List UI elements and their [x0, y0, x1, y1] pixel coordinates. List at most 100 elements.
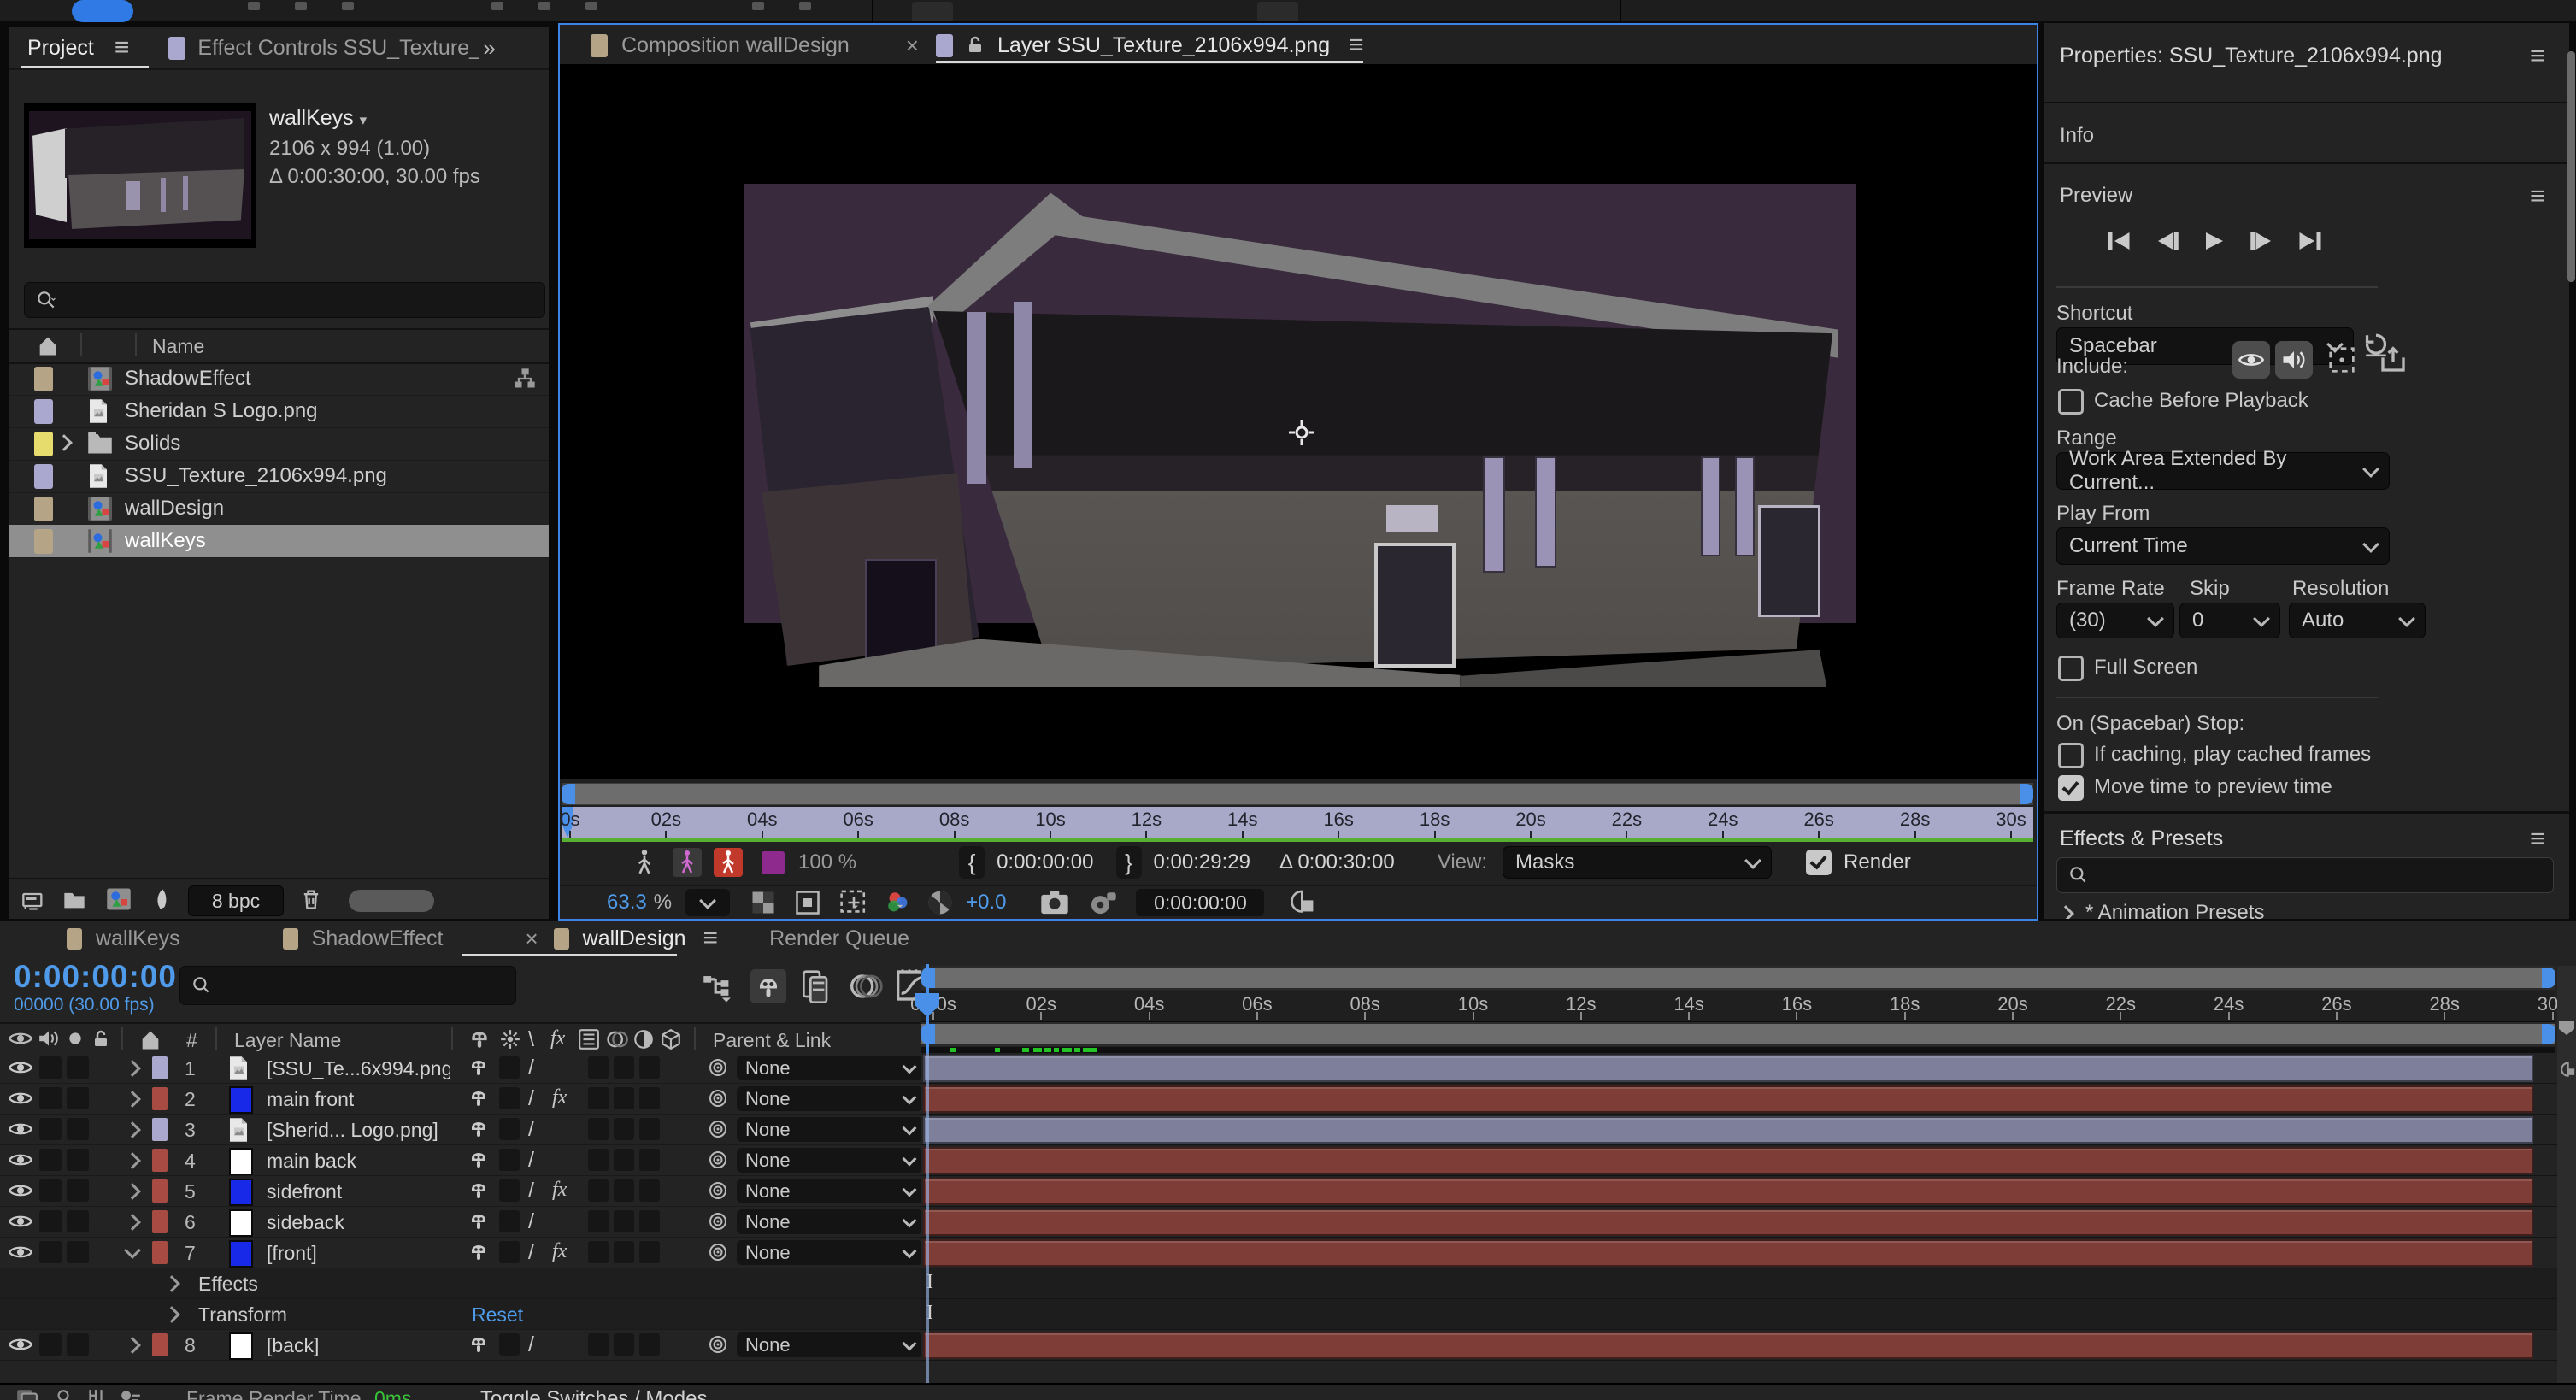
label-color-swatch[interactable]: [34, 529, 53, 554]
switch-well[interactable]: [67, 1118, 89, 1140]
close-icon[interactable]: ×: [906, 32, 919, 59]
shy-icon[interactable]: [468, 1242, 489, 1262]
audio-icon[interactable]: [38, 1028, 60, 1053]
playhead-line[interactable]: [926, 964, 929, 1400]
exposure-value[interactable]: +0.0: [966, 891, 1006, 915]
switch-well[interactable]: [588, 1210, 609, 1232]
title-action-safe-icon[interactable]: [839, 889, 868, 916]
expander-chevron-icon[interactable]: [126, 1124, 138, 1140]
layer-name[interactable]: [Sherid... Logo.png]: [267, 1119, 438, 1142]
layer-track-row[interactable]: [921, 1084, 2557, 1115]
window-scrollbar-thumb[interactable]: [2567, 51, 2575, 282]
switch-well[interactable]: [67, 1241, 89, 1263]
layer-track-row[interactable]: [921, 1176, 2557, 1207]
label-color-swatch[interactable]: [34, 367, 53, 391]
zoom-value[interactable]: 63.3: [607, 891, 647, 915]
switch-well[interactable]: [67, 1333, 89, 1356]
solo-icon[interactable]: [68, 1032, 82, 1050]
layer-track-row[interactable]: [921, 1145, 2557, 1176]
layer-row[interactable]: 3[Sherid... Logo.png]/None: [0, 1115, 921, 1145]
include-overlays-button[interactable]: [2323, 341, 2361, 379]
fx-badge[interactable]: fx: [552, 1240, 567, 1263]
viewer-scrollbar[interactable]: [562, 783, 2033, 805]
previous-frame-button[interactable]: [2152, 226, 2181, 256]
range-dropdown[interactable]: Work Area Extended By Current...: [2056, 452, 2390, 490]
out-point-button[interactable]: }: [1116, 846, 1142, 879]
resolution-dropdown[interactable]: Auto: [2289, 603, 2426, 638]
quality-switch[interactable]: /: [528, 1086, 534, 1111]
am-fm-icon[interactable]: [120, 1388, 142, 1400]
lock-icon[interactable]: [91, 1028, 111, 1055]
property-group-label[interactable]: Effects: [198, 1273, 258, 1296]
shy-icon[interactable]: [468, 1028, 491, 1055]
switch-well[interactable]: [639, 1118, 660, 1140]
layer-row[interactable]: 6sideback/None: [0, 1207, 921, 1238]
parent-pickwhip-icon[interactable]: [708, 1057, 728, 1078]
include-video-button[interactable]: [2232, 341, 2270, 379]
timeline-ruler[interactable]: 0:00s02s04s06s08s10s12s14s16s18s20s22s24…: [921, 991, 2555, 1022]
project-item[interactable]: ShadowEffect: [9, 362, 549, 396]
switch-well[interactable]: [614, 1056, 634, 1079]
layer-duration-bar[interactable]: [923, 1116, 2533, 1144]
layer-name[interactable]: main front: [267, 1088, 354, 1111]
switch-well[interactable]: [67, 1179, 89, 1202]
trash-icon[interactable]: [299, 886, 323, 912]
switch-well[interactable]: [67, 1056, 89, 1079]
layer-row[interactable]: 1[SSU_Te...6x994.png]/None: [0, 1053, 921, 1084]
work-area-bar[interactable]: [921, 1022, 2555, 1046]
tab-overflow-icon[interactable]: »: [483, 35, 495, 62]
shy-icon[interactable]: [468, 1180, 489, 1201]
layer-name[interactable]: [front]: [267, 1242, 317, 1265]
eye-icon[interactable]: [9, 1058, 32, 1077]
layer-row[interactable]: 5sidefront/fxNone: [0, 1176, 921, 1207]
switch-well[interactable]: [614, 1149, 634, 1171]
frame-blend-icon[interactable]: [800, 969, 832, 1003]
switch-well[interactable]: [639, 1087, 660, 1109]
expander-chevron-icon[interactable]: [126, 1339, 138, 1356]
play-button[interactable]: [2200, 226, 2229, 256]
lock-icon[interactable]: [965, 34, 985, 56]
switch-well[interactable]: [499, 1241, 520, 1263]
shy-icon[interactable]: [468, 1057, 489, 1078]
project-item-name[interactable]: SSU_Texture_2106x994.png: [125, 464, 387, 488]
layer-name[interactable]: [back]: [267, 1334, 319, 1357]
expander-chevron-icon[interactable]: [126, 1185, 138, 1202]
label-color-swatch[interactable]: [152, 1087, 168, 1110]
switch-well[interactable]: [614, 1179, 634, 1202]
tab-shadoweffect[interactable]: ShadowEffect: [312, 926, 444, 951]
switch-well[interactable]: [588, 1056, 609, 1079]
toggle-switches-modes-button[interactable]: Toggle Switches / Modes: [480, 1387, 707, 1400]
render-checkbox[interactable]: [1806, 850, 1832, 875]
interpret-footage-icon[interactable]: [21, 888, 46, 912]
switch-well[interactable]: [588, 1149, 609, 1171]
layer-duration-bar[interactable]: [923, 1085, 2533, 1113]
layer-duration-bar[interactable]: [923, 1147, 2533, 1174]
eye-icon[interactable]: [9, 1212, 32, 1231]
switch-well[interactable]: [639, 1210, 660, 1232]
layer-duration-bar[interactable]: [923, 1055, 2533, 1082]
layer-name[interactable]: sidefront: [267, 1180, 342, 1203]
switch-well[interactable]: [39, 1333, 62, 1356]
label-color-swatch[interactable]: [34, 432, 53, 456]
first-frame-button[interactable]: [2104, 226, 2133, 256]
project-item[interactable]: wallKeys: [9, 525, 549, 558]
timeline-scrollbar[interactable]: [921, 966, 2555, 990]
switch-well[interactable]: [614, 1118, 634, 1140]
switch-well[interactable]: [499, 1210, 520, 1232]
timeline-search-input[interactable]: [179, 966, 516, 1005]
tab-wallkeys[interactable]: wallKeys: [96, 926, 180, 951]
out-time[interactable]: 0:00:29:29: [1154, 850, 1250, 874]
layer-name[interactable]: sideback: [267, 1211, 344, 1234]
project-item-name[interactable]: Sheridan S Logo.png: [125, 399, 318, 423]
switch-well[interactable]: [588, 1118, 609, 1140]
bit-depth-button[interactable]: 8 bpc: [188, 885, 284, 916]
layer-row[interactable]: 7[front]/fxNone: [0, 1238, 921, 1268]
composition-mini-flowchart-icon[interactable]: [703, 973, 735, 1003]
parent-link-dropdown[interactable]: None: [737, 1117, 923, 1142]
switch-well[interactable]: [588, 1179, 609, 1202]
switch-well[interactable]: [39, 1179, 62, 1202]
layer-track-row[interactable]: [921, 1238, 2557, 1268]
tab-menu-icon[interactable]: ≡: [1349, 32, 1364, 58]
shy-icon[interactable]: [468, 1088, 489, 1109]
fx-badge[interactable]: fx: [552, 1086, 567, 1109]
